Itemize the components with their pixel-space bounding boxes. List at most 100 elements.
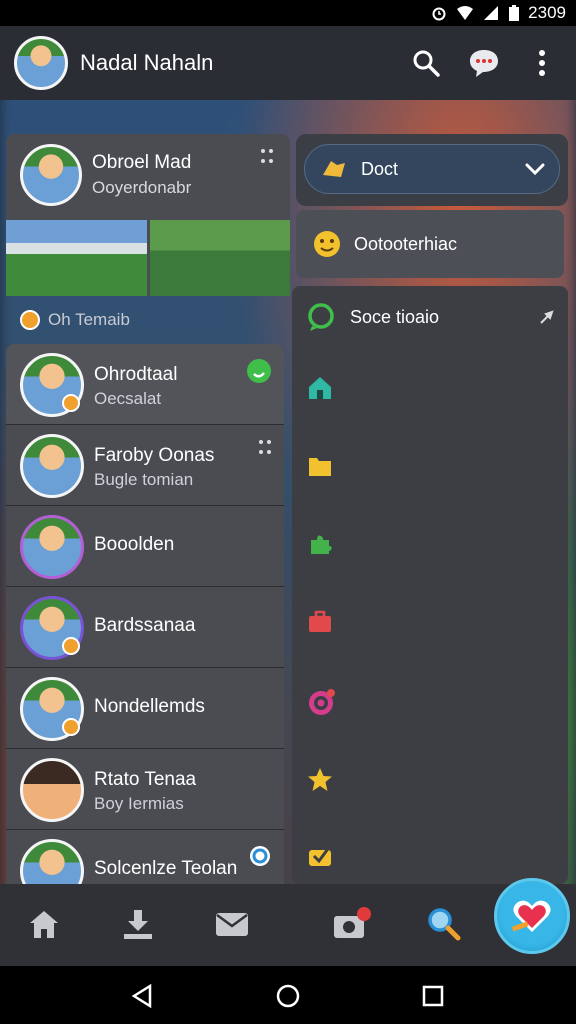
search-icon [428,908,461,941]
chat-name: Solcenlze Teolan [94,858,238,879]
more-vert-icon [539,50,545,76]
dots-icon [259,440,271,454]
download-icon [124,910,152,939]
profile-card[interactable]: Obroel Mad Ooyerdonabr [6,134,290,296]
chat-list: Ohrodtaal Oecsalat Faroby Oonas Bugle to… [6,344,284,884]
search-button[interactable] [406,43,446,83]
left-panel: Obroel Mad Ooyerdonabr Oh Temaib Ohrodta… [6,134,290,884]
menu-item-puzzle[interactable] [306,530,334,558]
profile-name: Obroel Mad [92,152,192,173]
user-avatar[interactable] [14,36,68,90]
menu-item-target[interactable] [306,686,338,718]
chat-name: Nondellemds [94,696,205,717]
chat-bubble-icon [470,50,498,77]
chat-message: Boy Iermias [94,794,184,813]
badge-icon [62,637,80,655]
more-options-button[interactable] [522,43,562,83]
heart-icon [511,900,551,932]
status-label: Ootooterhiac [354,233,458,254]
app-bar: Nadal Nahaln [0,26,576,100]
chat-name: Rtato Tenaa [94,769,197,790]
nav-camera[interactable] [332,904,372,944]
nav-home[interactable] [24,904,64,944]
menu-item-home[interactable] [306,374,334,402]
menu-item-first[interactable]: Soce tioaio [306,302,439,332]
chat-avatar [20,515,84,579]
profile-subtitle: Ooyerdonabr [92,178,192,197]
right-panel: Doct Ootooterhiac Soce tioaio [292,134,568,884]
chat-name: Ohrodtaal [94,364,178,385]
nav-download[interactable] [118,904,158,944]
back-icon[interactable] [130,983,156,1009]
nav-search[interactable] [424,904,464,944]
pin-icon[interactable] [538,310,554,326]
whatsapp-icon [247,359,271,383]
menu-item-check[interactable] [306,842,334,870]
chat-row[interactable]: Solcenlze Teolan [6,830,284,884]
chat-name: Booolden [94,534,175,555]
mail-icon [216,913,248,936]
star-icon [308,768,332,791]
chat-row[interactable]: Booolden [6,506,284,587]
section-label: Oh Temaib [20,310,130,330]
compose-fab[interactable] [494,878,570,954]
menu-item-folder[interactable] [306,452,334,480]
badge-icon [62,718,80,736]
recents-icon[interactable] [420,983,446,1009]
dropdown-selector[interactable]: Doct [304,144,560,194]
menu-card: Soce tioaio [292,286,568,884]
grid-dots-icon[interactable] [260,148,274,164]
status-dot-icon [20,310,40,330]
home-circle-icon[interactable] [275,983,301,1009]
chat-row[interactable]: Faroby Oonas Bugle tomian [6,425,284,506]
chat-circle-icon [308,303,334,331]
chat-row[interactable]: Rtato Tenaa Boy Iermias [6,749,284,830]
badge-icon [62,394,80,412]
status-card[interactable]: Ootooterhiac [296,210,564,278]
chat-avatar [20,839,84,884]
nav-mail[interactable] [212,904,252,944]
photo-strip [6,220,290,296]
chat-message: Oecsalat [94,389,162,408]
search-icon [413,50,440,77]
target-icon [309,689,335,715]
alarm-icon [432,7,446,21]
house-icon [309,377,331,399]
chevron-down-icon [525,163,545,176]
messages-button[interactable] [464,43,504,83]
status-bar: 2309 [0,0,576,26]
status-time: 2309 [528,3,566,22]
battery-icon [509,4,520,21]
chat-row[interactable]: Nondellemds [6,668,284,749]
app-title: Nadal Nahaln [80,50,214,75]
profile-avatar [20,144,82,206]
photo-thumbnail[interactable] [149,220,290,296]
chat-avatar [20,758,84,822]
menu-item-label: Soce tioaio [350,306,440,327]
menu-item-briefcase[interactable] [306,608,334,636]
chat-row[interactable]: Ohrodtaal Oecsalat [6,344,284,425]
chat-avatar [20,434,84,498]
wifi-icon [457,6,474,20]
signal-icon [484,6,499,20]
menu-item-star[interactable] [306,766,334,794]
dropdown-label: Doct [361,158,399,179]
photo-thumbnail[interactable] [6,220,147,296]
chat-row[interactable]: Bardssanaa [6,587,284,668]
system-nav-bar [0,966,576,1024]
emoji-face-icon [314,231,340,257]
chat-name: Faroby Oonas [94,445,215,466]
camera-icon [334,907,371,938]
ring-icon [250,846,270,866]
check-icon [309,845,332,866]
puzzle-icon [311,535,332,554]
folder-icon [309,458,331,476]
chat-name: Bardssanaa [94,615,196,636]
home-icon [30,911,58,938]
account-dropdown: Doct [296,134,568,206]
chat-message: Bugle tomian [94,470,194,489]
briefcase-icon [309,610,331,632]
section-label-text: Oh Temaib [48,310,130,329]
hand-wave-icon [323,161,345,177]
bottom-nav [0,884,576,966]
